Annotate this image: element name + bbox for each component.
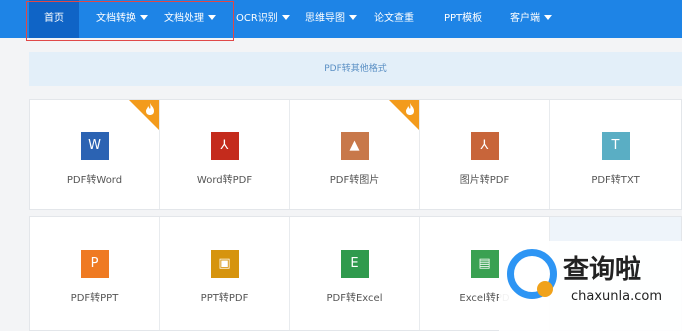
nav-mindmap-label: 思维导图: [305, 13, 345, 24]
chevron-down-icon: [281, 15, 290, 20]
ppt-icon: P: [80, 250, 109, 278]
pdf-icon-glyph: ⅄: [220, 138, 229, 153]
nav-ppt-templates-label: PPT模板: [444, 13, 483, 24]
excel-icon: E: [340, 250, 369, 278]
tool-label: 图片转PDF: [459, 175, 510, 186]
tool-pdf-to-txt[interactable]: T PDF转TXT: [550, 100, 681, 209]
flame-icon: [146, 103, 154, 115]
nav-mindmap[interactable]: 思维导图: [305, 0, 357, 38]
chevron-down-icon: [208, 15, 216, 20]
tool-label: PDF转PPT: [70, 293, 119, 304]
ppt-pdf-icon: ▣: [210, 250, 239, 278]
txt-icon: T: [601, 132, 630, 160]
excel-pdf-icon-glyph: ▤: [478, 256, 491, 271]
tool-image-to-pdf[interactable]: ⅄ 图片转PDF: [420, 100, 550, 209]
tool-pdf-to-word[interactable]: W PDF转Word: [30, 100, 160, 209]
tool-label: PDF转图片: [329, 175, 380, 186]
watermark: 查询啦 chaxunla.com: [499, 241, 682, 331]
pdf-icon: ⅄: [210, 132, 239, 160]
section-banner-text: PDF转其他格式: [324, 64, 387, 74]
page: 首页 文档转换 文档处理 OCR识别 思维导图 论文查重 PPT模板 客户端 P…: [0, 0, 682, 331]
tool-ppt-to-pdf[interactable]: ▣ PPT转PDF: [160, 217, 290, 330]
chevron-down-icon: [544, 15, 552, 20]
nav-ppt-templates[interactable]: PPT模板: [444, 0, 482, 38]
nav-ocr[interactable]: OCR识别: [236, 0, 290, 38]
nav-client-label: 客户端: [510, 13, 540, 24]
word-icon: W: [80, 132, 109, 160]
top-nav-bar: 首页 文档转换 文档处理 OCR识别 思维导图 论文查重 PPT模板 客户端: [0, 0, 682, 38]
chevron-down-icon: [349, 15, 357, 20]
ppt-icon-glyph: P: [90, 256, 99, 271]
nav-doc-convert-label: 文档转换: [96, 13, 136, 24]
excel-icon-glyph: E: [350, 256, 359, 271]
word-icon-glyph: W: [88, 138, 101, 153]
nav-home-label: 首页: [44, 13, 64, 24]
tool-grid-row-1: W PDF转Word ⅄ Word转PDF ▲ PDF转图片 ⅄ 图片转PDF …: [29, 99, 682, 210]
flame-icon: [406, 103, 414, 115]
nav-doc-convert[interactable]: 文档转换: [96, 0, 148, 38]
nav-plagiarism-check[interactable]: 论文查重: [374, 0, 414, 38]
pdf-icon: ⅄: [470, 132, 499, 160]
tool-pdf-to-image[interactable]: ▲ PDF转图片: [290, 100, 420, 209]
excel-pdf-icon: ▤: [470, 250, 499, 278]
section-banner: PDF转其他格式: [29, 52, 682, 86]
tool-label: PDF转TXT: [591, 175, 640, 186]
tool-label: PPT转PDF: [200, 293, 249, 304]
image-icon-glyph: ▲: [349, 138, 360, 153]
tool-pdf-to-excel[interactable]: E PDF转Excel: [290, 217, 420, 330]
tool-label: PDF转Word: [66, 175, 123, 186]
nav-ocr-label: OCR识别: [236, 13, 278, 24]
pdf-icon-glyph: ⅄: [480, 138, 489, 153]
image-icon: ▲: [340, 132, 369, 160]
ppt-pdf-icon-glyph: ▣: [218, 256, 231, 271]
tool-label: PDF转Excel: [326, 293, 383, 304]
nav-client[interactable]: 客户端: [510, 0, 552, 38]
nav-doc-process[interactable]: 文档处理: [164, 0, 216, 38]
watermark-title: 查询啦: [563, 255, 642, 285]
watermark-url: chaxunla.com: [571, 289, 662, 304]
tool-word-to-pdf[interactable]: ⅄ Word转PDF: [160, 100, 290, 209]
watermark-dot: [537, 281, 553, 297]
nav-home[interactable]: 首页: [29, 0, 79, 38]
nav-plagiarism-check-label: 论文查重: [374, 13, 414, 24]
tool-pdf-to-ppt[interactable]: P PDF转PPT: [30, 217, 160, 330]
txt-icon-glyph: T: [611, 138, 620, 153]
tool-label: Word转PDF: [196, 175, 253, 186]
nav-doc-process-label: 文档处理: [164, 13, 204, 24]
chevron-down-icon: [140, 15, 148, 20]
